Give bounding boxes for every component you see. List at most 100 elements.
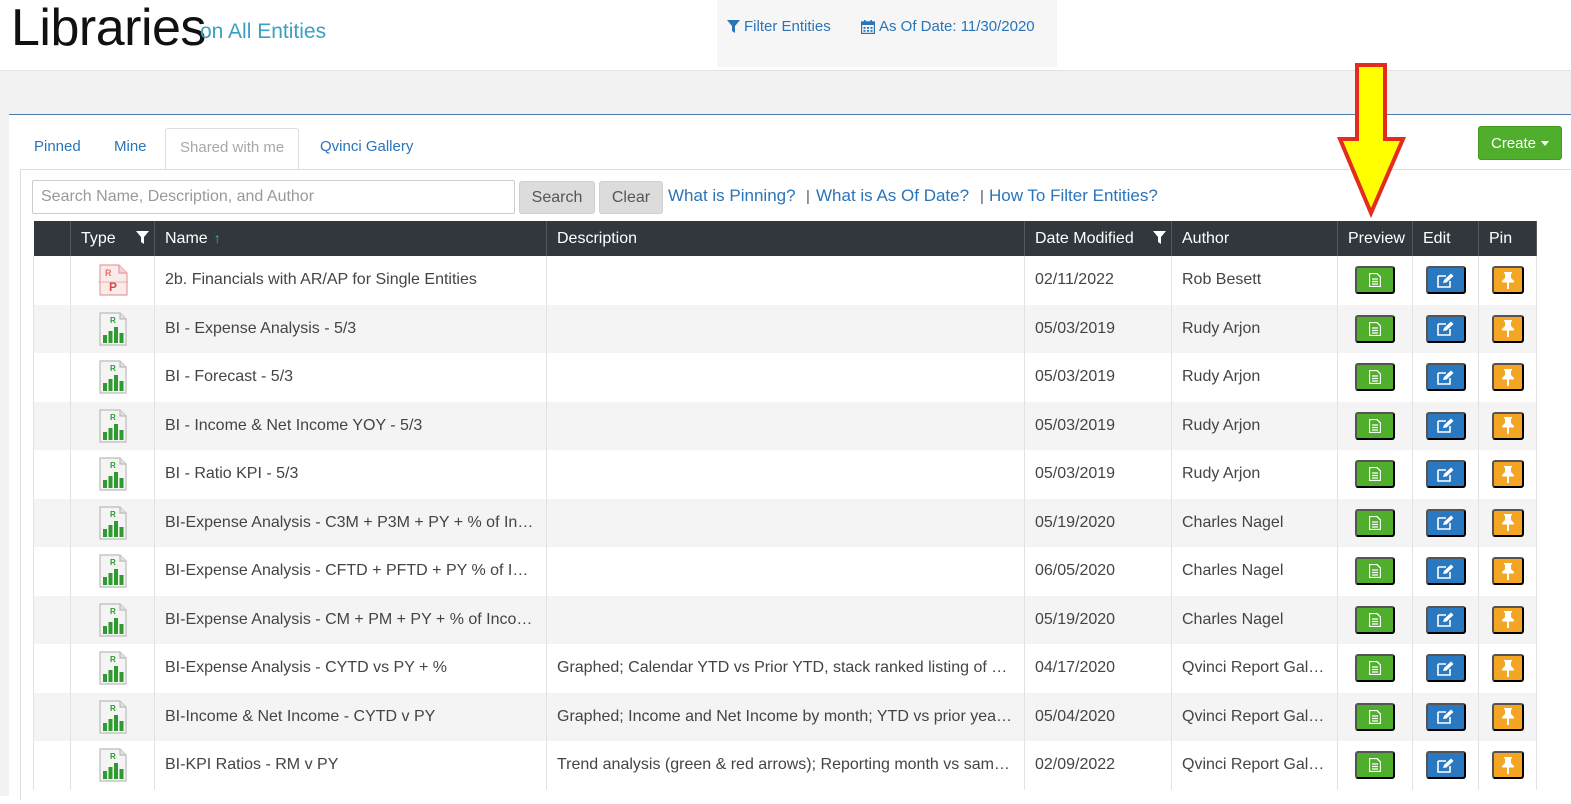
date-modified-column-header[interactable]: Date Modified [1024, 221, 1172, 256]
edit-button[interactable] [1425, 702, 1466, 731]
name-cell[interactable]: BI - Expense Analysis - 5/3 [154, 304, 547, 353]
tab-shared-with-me[interactable]: Shared with me [165, 128, 300, 170]
edit-button[interactable] [1425, 411, 1466, 440]
row-select-cell[interactable] [33, 547, 71, 596]
preview-button[interactable] [1355, 557, 1395, 586]
as-of-date-link[interactable]: As Of Date: 11/30/2020 [861, 18, 1035, 35]
name-cell[interactable]: BI-Expense Analysis - CM + PM + PY + % o… [154, 595, 547, 644]
type-header-label: Type [81, 229, 116, 247]
edit-button[interactable] [1425, 654, 1466, 683]
edit-button[interactable] [1425, 363, 1466, 392]
name-cell[interactable]: BI - Income & Net Income YOY - 5/3 [154, 401, 547, 450]
pushpin-icon [1501, 708, 1514, 726]
table-row[interactable]: R P 2b. Financials with AR/AP for Single E… [33, 256, 1537, 305]
preview-button[interactable] [1355, 605, 1395, 634]
pin-button[interactable] [1491, 557, 1524, 586]
edit-icon [1436, 370, 1453, 385]
search-input[interactable] [32, 180, 515, 214]
edit-button[interactable] [1425, 508, 1466, 537]
pin-button[interactable] [1491, 460, 1524, 489]
tab-mine[interactable]: Mine [100, 128, 161, 170]
table-row[interactable]: R BI - Income & Net Income YOY - 5/3 05/03… [33, 401, 1537, 450]
date-filter-icon[interactable] [1153, 231, 1166, 245]
row-select-cell[interactable] [33, 692, 71, 741]
preview-button[interactable] [1355, 702, 1395, 731]
name-cell[interactable]: BI-KPI Ratios - RM v PY [154, 741, 547, 790]
row-select-cell[interactable] [33, 644, 71, 693]
preview-button[interactable] [1355, 314, 1395, 343]
edit-button[interactable] [1425, 314, 1466, 343]
table-row[interactable]: R BI - Expense Analysis - 5/3 05/03/2019 Ru… [33, 304, 1537, 353]
tab-qvinci-gallery[interactable]: Qvinci Gallery [306, 128, 427, 170]
description-column-header[interactable]: Description [546, 221, 1025, 256]
search-button[interactable]: Search [519, 181, 595, 214]
preview-cell [1337, 644, 1413, 693]
preview-button[interactable] [1355, 363, 1395, 392]
preview-button[interactable] [1355, 460, 1395, 489]
preview-button[interactable] [1355, 654, 1395, 683]
name-cell[interactable]: BI - Forecast - 5/3 [154, 353, 547, 402]
preview-button[interactable] [1355, 266, 1395, 295]
preview-button[interactable] [1355, 411, 1395, 440]
pin-button[interactable] [1491, 266, 1524, 295]
how-to-filter-entities-link[interactable]: How To Filter Entities? [989, 186, 1158, 206]
bar-chart-report-icon: R [98, 603, 127, 637]
what-is-as-of-date-link[interactable]: What is As Of Date? [816, 186, 969, 206]
table-row[interactable]: R BI-Expense Analysis - C3M + P3M + PY + … [33, 498, 1537, 547]
pin-button[interactable] [1491, 751, 1524, 780]
table-row[interactable]: R BI - Forecast - 5/3 05/03/2019 Rudy Arjon [33, 353, 1537, 402]
pin-button[interactable] [1491, 654, 1524, 683]
name-column-header[interactable]: Name ↑ [154, 221, 547, 256]
type-column-header[interactable]: Type [70, 221, 155, 256]
author-column-header[interactable]: Author [1171, 221, 1338, 256]
pin-button[interactable] [1491, 702, 1524, 731]
filter-entities-link[interactable]: Filter Entities [727, 18, 831, 35]
name-cell[interactable]: BI-Expense Analysis - CYTD vs PY + % [154, 644, 547, 693]
pin-button[interactable] [1491, 411, 1524, 440]
row-select-cell[interactable] [33, 595, 71, 644]
page-header: Libraries on All Entities Filter Entitie… [0, 0, 1571, 71]
edit-button[interactable] [1425, 751, 1466, 780]
edit-button[interactable] [1425, 557, 1466, 586]
pin-button[interactable] [1491, 508, 1524, 537]
table-row[interactable]: R BI-Income & Net Income - CYTD v PY Graph… [33, 692, 1537, 741]
author-cell: Qvinci Report Gallery [1171, 644, 1338, 693]
what-is-pinning-link[interactable]: What is Pinning? [668, 186, 796, 206]
row-select-cell[interactable] [33, 256, 71, 305]
select-column-header [33, 221, 71, 256]
description-cell [546, 401, 1025, 450]
clear-button[interactable]: Clear [599, 181, 663, 214]
table-row[interactable]: R BI-KPI Ratios - RM v PY Trend analysis (… [33, 741, 1537, 790]
name-cell[interactable]: BI-Expense Analysis - CFTD + PFTD + PY %… [154, 547, 547, 596]
table-row[interactable]: R BI-Expense Analysis - CFTD + PFTD + PY … [33, 547, 1537, 596]
row-select-cell[interactable] [33, 304, 71, 353]
date-modified-cell: 05/04/2020 [1024, 692, 1172, 741]
edit-button[interactable] [1425, 460, 1466, 489]
type-filter-icon[interactable] [136, 231, 149, 245]
row-select-cell[interactable] [33, 353, 71, 402]
author-cell: Qvinci Report Gallery [1171, 692, 1338, 741]
name-cell[interactable]: 2b. Financials with AR/AP for Single Ent… [154, 256, 547, 305]
name-cell[interactable]: BI-Income & Net Income - CYTD v PY [154, 692, 547, 741]
pin-button[interactable] [1491, 314, 1524, 343]
name-cell[interactable]: BI-Expense Analysis - C3M + P3M + PY + %… [154, 498, 547, 547]
preview-button[interactable] [1355, 508, 1395, 537]
row-select-cell[interactable] [33, 450, 71, 499]
type-cell: R [70, 692, 155, 741]
table-row[interactable]: R BI-Expense Analysis - CYTD vs PY + % Gra… [33, 644, 1537, 693]
preview-button[interactable] [1355, 751, 1395, 780]
pin-button[interactable] [1491, 605, 1524, 634]
create-button[interactable]: Create [1478, 126, 1562, 160]
date-modified-cell: 05/19/2020 [1024, 595, 1172, 644]
table-row[interactable]: R BI-Expense Analysis - CM + PM + PY + % … [33, 595, 1537, 644]
row-select-cell[interactable] [33, 498, 71, 547]
create-button-label: Create [1490, 134, 1537, 152]
edit-button[interactable] [1425, 605, 1466, 634]
edit-button[interactable] [1425, 266, 1466, 295]
row-select-cell[interactable] [33, 741, 71, 790]
table-row[interactable]: R BI - Ratio KPI - 5/3 05/03/2019 Rudy Arjo… [33, 450, 1537, 499]
pin-button[interactable] [1491, 363, 1524, 392]
tab-pinned[interactable]: Pinned [20, 128, 95, 170]
row-select-cell[interactable] [33, 401, 71, 450]
name-cell[interactable]: BI - Ratio KPI - 5/3 [154, 450, 547, 499]
